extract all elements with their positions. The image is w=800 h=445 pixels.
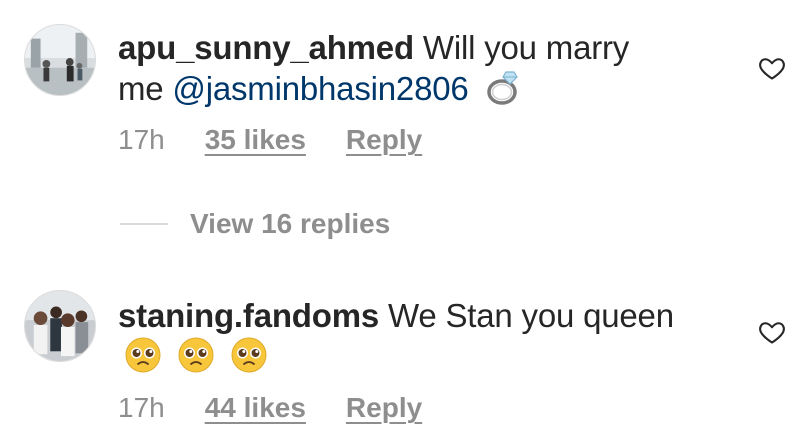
pleading-face-emoji: [124, 336, 162, 383]
comment-text: staning.fandoms We Stan you queen: [118, 296, 678, 383]
comment-mention[interactable]: @jasminbhasin2806: [172, 70, 468, 107]
pleading-face-emoji: [177, 336, 215, 383]
profile-photo: [25, 25, 95, 95]
comment-text: apu_sunny_ahmed Will you marry me @jasmi…: [118, 28, 678, 115]
likes-link[interactable]: 35 likes: [205, 124, 306, 156]
comment-time: 17h: [118, 124, 165, 155]
profile-photo: [25, 291, 95, 361]
comment-username[interactable]: staning.fandoms: [118, 297, 379, 334]
comment-body: We Stan you queen: [388, 297, 674, 334]
pleading-face-emoji: [230, 336, 268, 383]
comment-time: 17h: [118, 392, 165, 423]
avatar[interactable]: [24, 290, 96, 362]
view-replies-button[interactable]: View 16 replies: [120, 208, 390, 240]
likes-link[interactable]: 44 likes: [205, 392, 306, 424]
heart-icon[interactable]: [758, 318, 786, 346]
comment-username[interactable]: apu_sunny_ahmed: [118, 29, 414, 66]
reply-button[interactable]: Reply: [346, 392, 422, 424]
avatar[interactable]: [24, 24, 96, 96]
view-replies-label: View 16 replies: [190, 208, 391, 239]
heart-icon[interactable]: [758, 54, 786, 82]
ring-emoji: [484, 68, 522, 115]
comment-meta: 17h 35 likes Reply: [118, 124, 422, 156]
comment-meta: 17h 44 likes Reply: [118, 392, 422, 424]
divider-line: [120, 223, 168, 225]
reply-button[interactable]: Reply: [346, 124, 422, 156]
